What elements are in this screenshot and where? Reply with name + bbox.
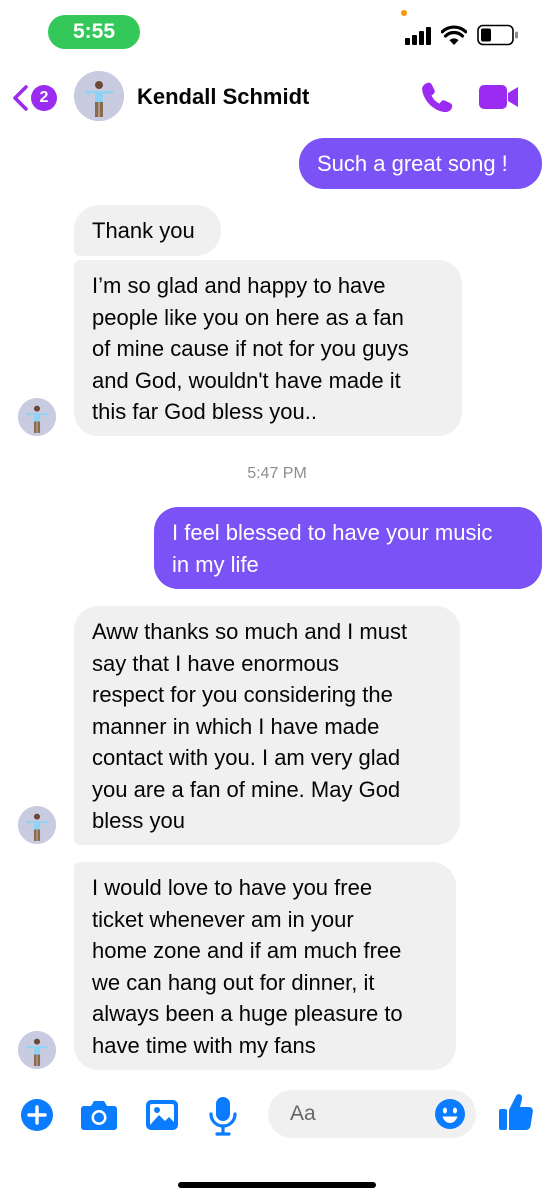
incoming-message[interactable]: I’m so glad and happy to have people lik… bbox=[74, 260, 462, 436]
contact-name[interactable]: Kendall Schmidt bbox=[137, 84, 309, 110]
outgoing-message[interactable]: I feel blessed to have your music in my … bbox=[154, 507, 542, 589]
unread-count-badge: 2 bbox=[31, 85, 57, 111]
message-input-placeholder: Aa bbox=[290, 1102, 316, 1125]
microphone-icon[interactable] bbox=[206, 1096, 240, 1136]
outgoing-message[interactable]: Such a great song ! bbox=[299, 138, 542, 189]
sender-avatar[interactable] bbox=[18, 806, 56, 844]
plus-circle-icon[interactable] bbox=[20, 1098, 54, 1132]
privacy-indicator-dot bbox=[401, 10, 407, 16]
back-button[interactable]: 2 bbox=[10, 82, 62, 114]
thumbs-up-icon[interactable] bbox=[498, 1092, 534, 1132]
image-icon[interactable] bbox=[145, 1098, 179, 1132]
cellular-signal-icon bbox=[405, 27, 435, 45]
person-photo-icon bbox=[18, 806, 56, 844]
message-timestamp: 5:47 PM bbox=[247, 465, 307, 482]
status-time: 5:55 bbox=[48, 15, 140, 49]
sender-avatar[interactable] bbox=[18, 1031, 56, 1069]
message-input[interactable]: Aa bbox=[268, 1090, 476, 1138]
phone-icon[interactable] bbox=[420, 80, 454, 114]
incoming-message[interactable]: I would love to have you free ticket whe… bbox=[74, 862, 456, 1070]
camera-icon[interactable] bbox=[80, 1098, 118, 1132]
battery-icon bbox=[477, 24, 518, 46]
message-composer: Aa bbox=[0, 1080, 554, 1150]
smiley-icon[interactable] bbox=[434, 1098, 466, 1130]
status-bar: 5:55 bbox=[0, 0, 554, 56]
incoming-message[interactable]: Thank you bbox=[74, 205, 221, 256]
person-photo-icon bbox=[18, 1031, 56, 1069]
home-indicator bbox=[178, 1182, 376, 1188]
video-camera-icon[interactable] bbox=[478, 82, 520, 112]
sender-avatar[interactable] bbox=[18, 398, 56, 436]
contact-avatar[interactable] bbox=[74, 71, 124, 121]
conversation-header: 2 Kendall Schmidt bbox=[0, 56, 554, 136]
chevron-left-icon bbox=[13, 85, 28, 111]
wifi-icon bbox=[441, 25, 467, 45]
person-photo-icon bbox=[74, 71, 124, 121]
person-photo-icon bbox=[18, 398, 56, 436]
incoming-message[interactable]: Aww thanks so much and I must say that I… bbox=[74, 606, 460, 845]
